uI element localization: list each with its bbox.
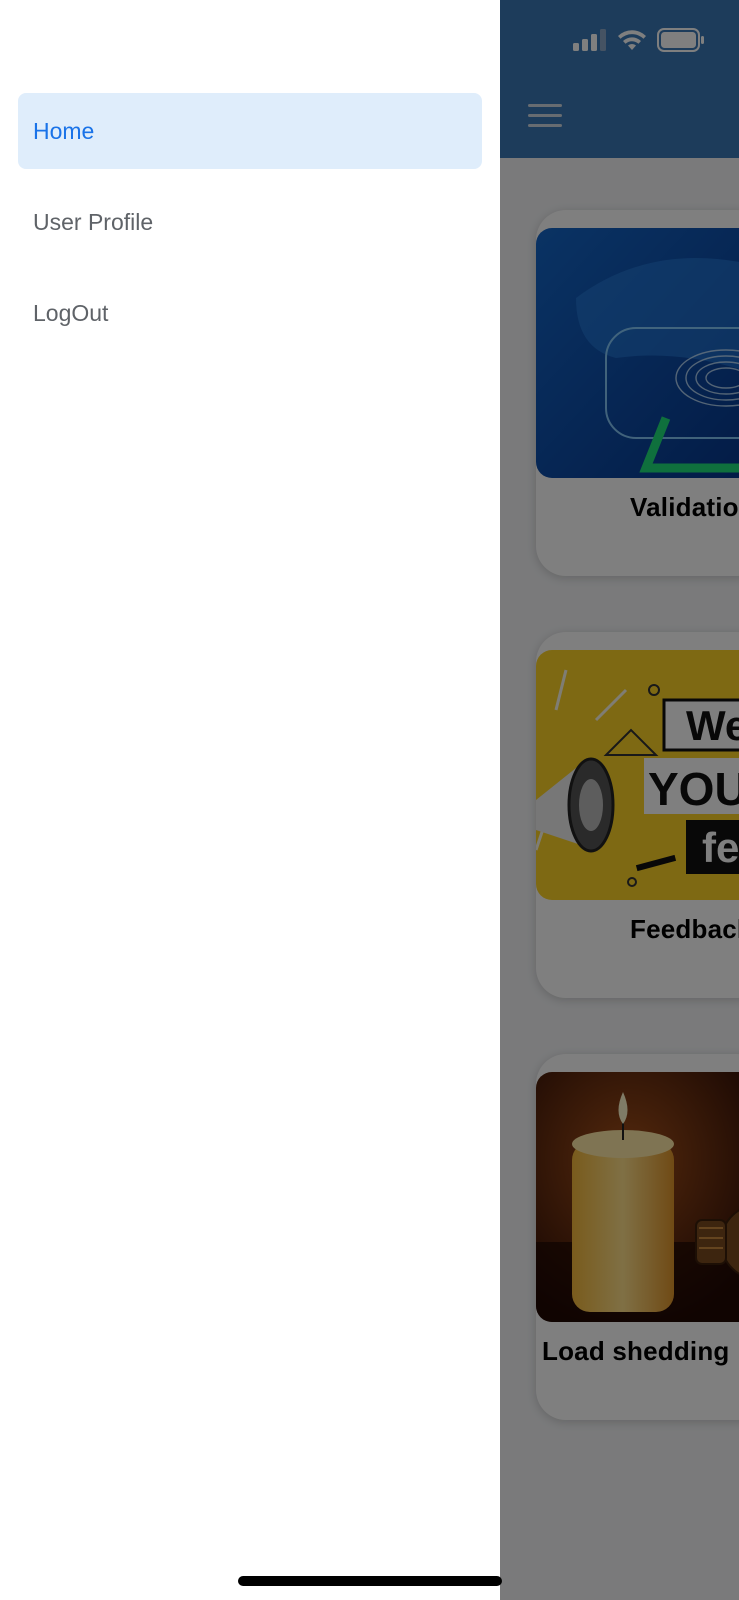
drawer-item-label: LogOut [33,299,109,326]
drawer-item-logout[interactable]: LogOut [18,275,482,351]
drawer-item-home[interactable]: Home [18,93,482,169]
home-indicator [238,1576,502,1586]
navigation-drawer: Home User Profile LogOut [0,0,500,1600]
drawer-scrim[interactable] [500,0,739,1600]
drawer-item-label: Home [33,117,95,144]
drawer-item-label: User Profile [33,208,154,235]
screen: Validation [0,0,739,1600]
drawer-item-user-profile[interactable]: User Profile [18,184,482,260]
